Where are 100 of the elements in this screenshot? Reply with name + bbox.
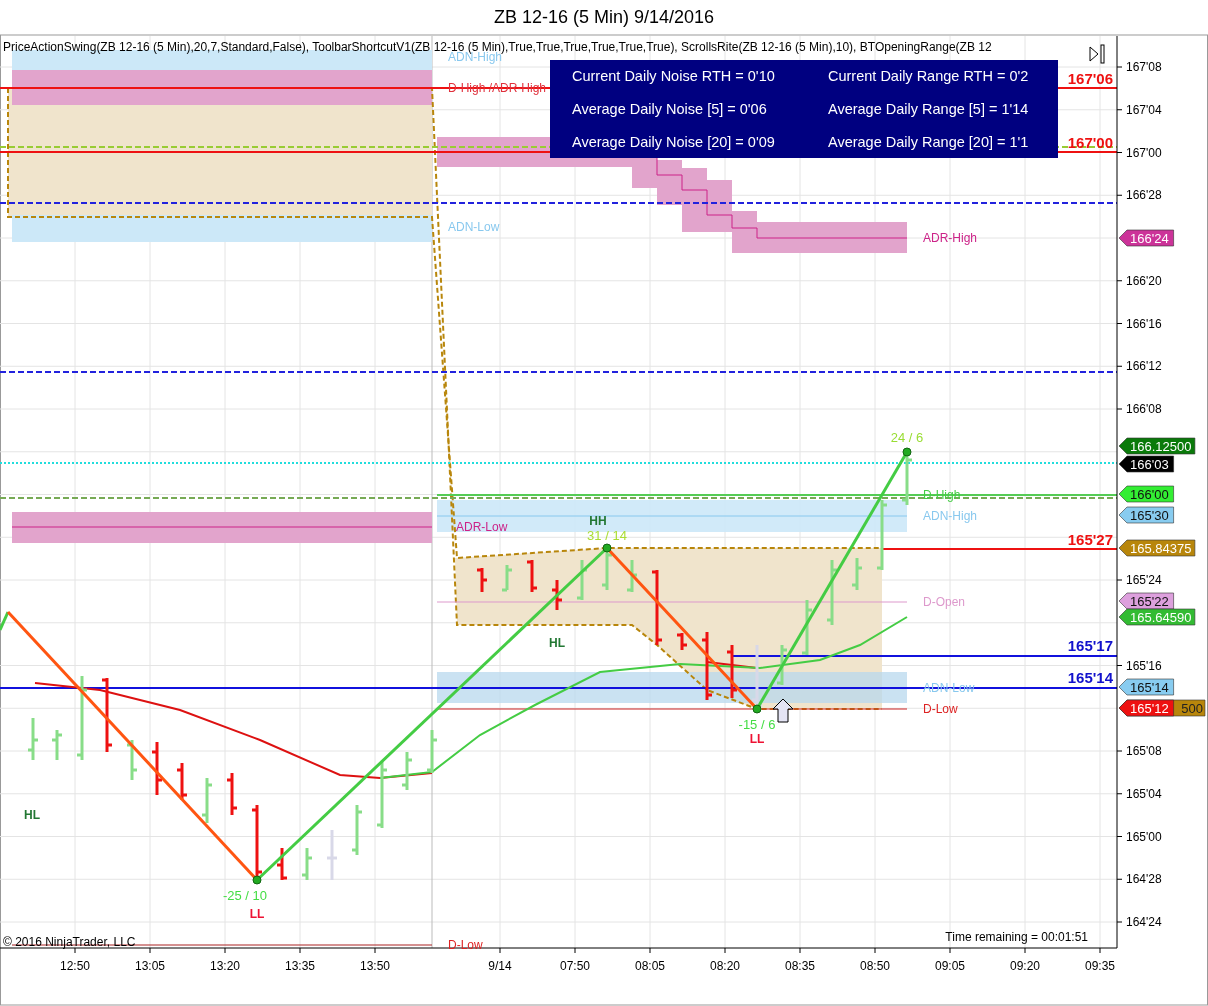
price-bar [577, 560, 587, 600]
swing-label: HH [589, 514, 607, 528]
price-tag: 166'03 [1118, 455, 1174, 473]
swing-point [602, 543, 612, 553]
price-bar [852, 558, 862, 590]
time-tick-label: 09:05 [935, 959, 965, 973]
swing-label: 24 / 6 [890, 430, 924, 445]
price-tick-label: 165'04 [1126, 786, 1162, 801]
price-tick-label: 165'24 [1126, 573, 1162, 587]
price-tick-label: 164'28 [1126, 872, 1162, 887]
price-bar [777, 645, 787, 685]
price-bar [802, 600, 812, 655]
price-bar [402, 752, 412, 790]
noise-stat: Average Daily Noise [5] = 0'06 [572, 101, 768, 117]
level-label: D-Open [923, 595, 966, 609]
swing-label: 31 / 14 [587, 528, 627, 543]
price-tick-label: 164'24 [1126, 915, 1162, 929]
price-tag: 165.84375 [1118, 539, 1196, 557]
time-tick-label: 08:20 [710, 959, 740, 973]
level-label: ADN-Low [448, 220, 500, 234]
level-label: ADR-Low [456, 520, 508, 534]
price-bar [177, 763, 187, 800]
swing-point [752, 704, 762, 714]
level-label: D-Low [923, 702, 958, 716]
price-tag: 165'14 [1118, 678, 1174, 696]
time-tick-label: 09:20 [1010, 959, 1040, 973]
copyright-text: © 2016 NinjaTrader, LLC [3, 935, 136, 949]
chart-title: ZB 12-16 (5 Min) 9/14/2016 [493, 6, 715, 28]
price-bar [127, 740, 137, 780]
price-tick-label: 166'08 [1126, 402, 1162, 416]
price-bar [277, 848, 287, 880]
price-bar [877, 500, 887, 570]
price-tick-label: 167'08 [1126, 60, 1162, 74]
price-bar [202, 778, 212, 823]
swing-label: -15 / 6 [738, 717, 776, 732]
price-level-label: 165'17 [1067, 637, 1113, 654]
price-tick-label: 167'00 [1126, 145, 1162, 160]
price-tag: 165'22 [1118, 592, 1174, 610]
noise-stat: Average Daily Noise [20] = 0'09 [572, 133, 776, 150]
range-stat: Current Daily Range RTH = 0'2 [828, 68, 1030, 85]
price-tag: 165'30 [1118, 506, 1174, 524]
time-tick-label: 07:50 [560, 959, 590, 973]
swing-label: HL [549, 636, 565, 650]
price-tag: 165'12 [1118, 699, 1174, 717]
price-tag: 166'24 [1118, 229, 1174, 247]
time-tick-label: 13:35 [285, 959, 315, 973]
price-bar [502, 565, 512, 592]
time-tick-label: 9/14 [488, 959, 512, 973]
price-bar [227, 773, 237, 815]
noise-stat: Current Daily Noise RTH = 0'10 [572, 68, 776, 85]
price-tick-label: 166'12 [1126, 359, 1162, 374]
level-label: ADR-High [923, 231, 977, 245]
price-tick-label: 165'08 [1126, 744, 1162, 758]
price-tag: 166'00 [1118, 485, 1174, 503]
price-bar [702, 632, 712, 700]
price-bar [52, 730, 62, 760]
time-tick-label: 13:05 [135, 959, 165, 973]
price-bar [427, 730, 437, 773]
price-bar [352, 805, 362, 855]
swing-label: HL [24, 808, 40, 822]
swing-label: LL [749, 732, 765, 746]
price-bar [677, 633, 687, 650]
swing-point [902, 447, 912, 457]
price-level-label: 167'06 [1067, 70, 1113, 87]
price-tick-label: 166'20 [1126, 273, 1162, 288]
time-tick-label: 08:05 [635, 959, 665, 973]
price-tick-label: 165'16 [1126, 658, 1162, 673]
time-tick-label: 08:35 [785, 959, 815, 973]
price-bar [827, 560, 837, 625]
range-stat: Average Daily Range [5] = 1'14 [828, 101, 1030, 117]
price-bar [152, 742, 162, 795]
price-bar [527, 560, 537, 592]
time-remaining-text: Time remaining = 00:01:51 [945, 930, 1088, 944]
range-stat: Average Daily Range [20] = 1'1 [828, 133, 1030, 150]
price-tick-label: 166'16 [1126, 316, 1162, 331]
price-tick-label: 165'00 [1126, 829, 1162, 844]
price-tag: 166.12500 [1118, 437, 1196, 455]
price-tick-label: 167'04 [1126, 102, 1162, 117]
price-level-label: 165'27 [1067, 531, 1113, 548]
price-level-label: 165'14 [1067, 669, 1113, 686]
time-tick-label: 08:50 [860, 959, 890, 973]
price-bar [28, 718, 38, 760]
price-bar [477, 568, 487, 592]
price-tick-label: 166'28 [1126, 188, 1162, 203]
time-tick-label: 13:20 [210, 959, 240, 973]
price-bar [727, 645, 737, 698]
time-tick-label: 09:35 [1085, 959, 1115, 973]
time-tick-label: 12:50 [60, 959, 90, 973]
price-bar [627, 560, 637, 592]
level-label: ADN-High [923, 509, 977, 523]
swing-label: LL [249, 907, 265, 921]
price-bar [752, 645, 762, 709]
time-tick-label: 13:50 [360, 959, 390, 973]
triangle-icon[interactable] [1089, 44, 1105, 64]
price-bar [552, 580, 562, 610]
price-bar [302, 848, 312, 880]
swing-point [252, 875, 262, 885]
swing-label: -25 / 10 [222, 888, 268, 903]
price-tag: 165.64590 [1118, 608, 1196, 626]
price-bar [377, 762, 387, 828]
